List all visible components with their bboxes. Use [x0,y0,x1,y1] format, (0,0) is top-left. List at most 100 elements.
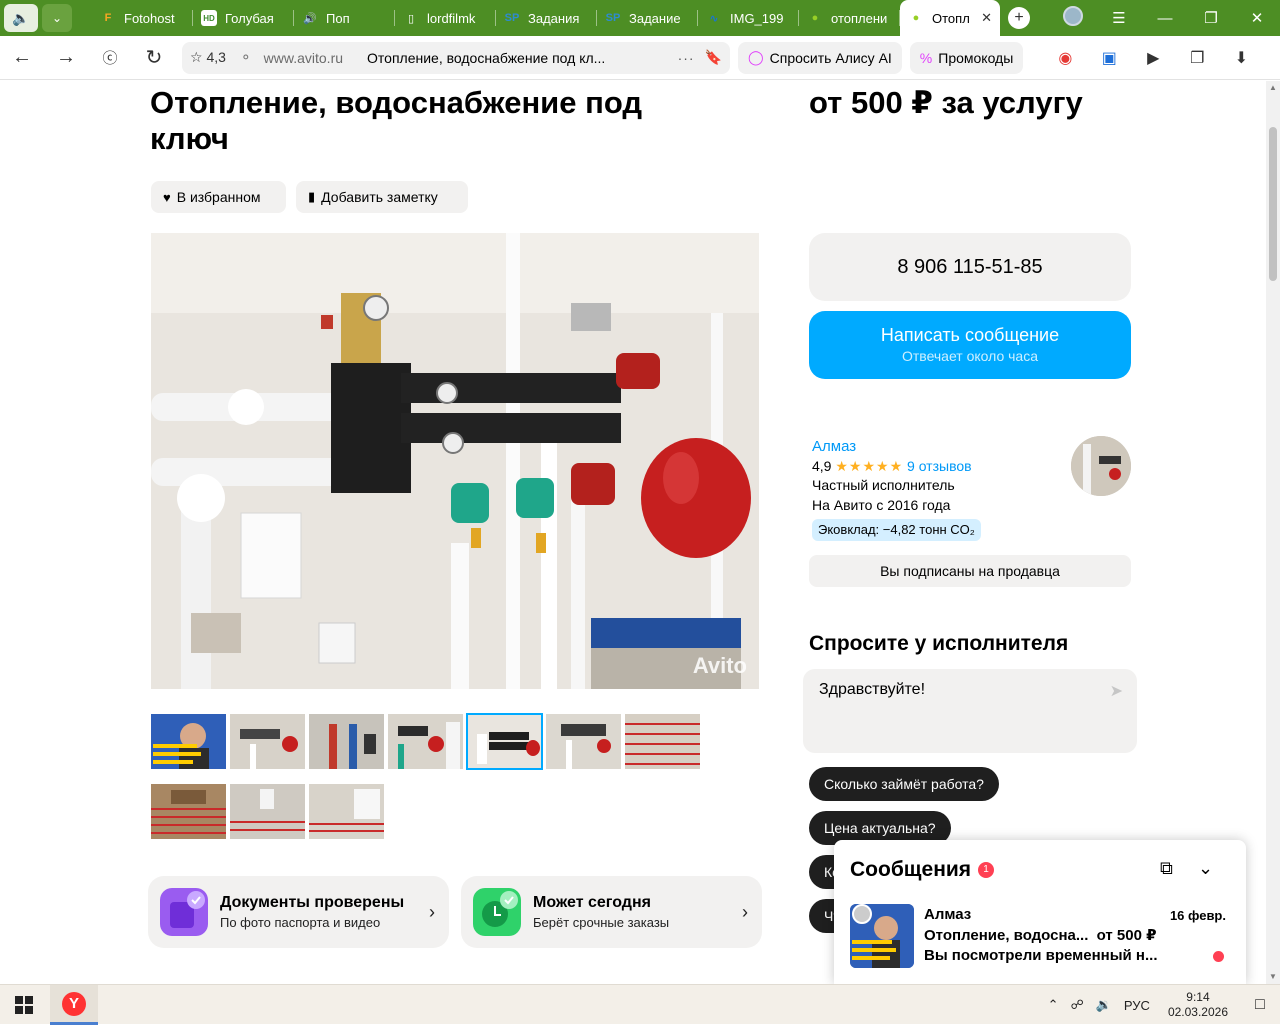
language-indicator[interactable]: РУС [1124,998,1150,1013]
bookmark-icon[interactable]: 🔖 [705,49,722,66]
thumbnail-image [467,714,542,769]
tab-favicon-icon: ∿ [709,12,719,25]
tabs-dropdown-button[interactable]: ⌄ [42,4,72,32]
tray-chevron-up-icon[interactable]: ⌃ [1048,997,1059,1013]
speaker-icon: 🔈 [12,9,30,26]
thumbnail-6[interactable] [546,714,621,769]
conversation-price: от 500 ₽ [1096,927,1157,944]
conversation-item[interactable]: Алмаз 16 февр. Отопление, водосна... от … [846,902,1236,970]
system-tray: ⌃ ☍ 🔉 РУС 9:14 02.03.2026 □ [1042,985,1280,1025]
conversation-subject: Отопление, водосна... от 500 ₽ [924,926,1157,944]
favorite-button[interactable]: ♥ В избранном [151,181,286,213]
minimize-button[interactable]: — [1142,10,1188,27]
thumbnail-8[interactable] [151,784,226,839]
thumbnail-2[interactable] [230,714,305,769]
tab-title: Поп [326,10,350,26]
thumbnail-image [388,714,463,769]
close-window-button[interactable]: ✕ [1234,9,1280,27]
show-phone-button[interactable]: 8 906 115-51-85 [809,233,1131,301]
thumbnail-4[interactable] [388,714,463,769]
avatar [1063,6,1083,26]
promo-button[interactable]: % Промокоды [909,41,1024,74]
yandex-icon[interactable]: ⓒ [88,47,132,68]
new-tab-button[interactable]: + [1008,7,1030,29]
tab-active[interactable]: ● Отопл ✕ [900,0,1000,36]
send-icon[interactable]: ➤ [1110,681,1123,701]
thumbnail-3[interactable] [309,714,384,769]
extension-play-icon[interactable]: ▶ [1131,48,1175,68]
conversation-date: 16 февр. [1169,908,1226,923]
tab-title: IMG_199 [730,10,784,26]
subscribed-button[interactable]: Вы подписаны на продавца [809,555,1131,587]
badge-subtitle: Берёт срочные заказы [533,915,670,930]
extension-translate-icon[interactable]: ▣ [1087,48,1131,68]
ask-message-input[interactable]: Здравствуйте! ➤ [803,669,1137,753]
profile-button[interactable] [1050,6,1096,30]
scroll-up-arrow-icon[interactable]: ▲ [1266,81,1280,95]
tab-title: Задание [629,10,681,26]
avito-watermark: Avito [692,653,747,678]
collections-icon[interactable]: ❐ [1175,48,1219,68]
clock-date: 02.03.2026 [1167,1005,1228,1019]
back-button[interactable]: ← [0,46,44,69]
browser-tab-bar: 🔈 ⌄ F Fotohost HD Голубая 🔊 Поп ▯ lordfilmk SP За… [0,0,1280,36]
menu-icon[interactable]: ☰ [1096,9,1142,27]
browser-tab[interactable]: ▯ lordfilmk [395,0,496,36]
browser-tab[interactable]: 🔊 Поп [294,0,395,36]
thumbnail-7[interactable] [625,714,700,769]
download-icon[interactable]: ⬇ [1219,48,1263,68]
reload-button[interactable]: ↻ [132,45,176,70]
can-today-card[interactable]: Может сегодня Берёт срочные заказы › [461,876,762,948]
thumbnail-5-selected[interactable] [466,713,543,770]
conversation-name: Алмаз [924,906,972,923]
thumbnail-10[interactable] [309,784,384,839]
windows-logo-icon [15,996,33,1014]
main-photo[interactable]: Avito [151,233,759,689]
notification-icon[interactable]: □ [1240,996,1280,1014]
thumbnail-9[interactable] [230,784,305,839]
badge-icon-shape [170,891,205,928]
page-scrollbar[interactable]: ▲ ▼ [1266,81,1280,984]
reviews-link[interactable]: 9 отзывов [907,458,972,474]
extension-shield-icon[interactable]: ◉ [1043,48,1087,68]
heart-icon: ♥ [163,189,171,205]
thumbnail-image [625,714,700,769]
eco-contribution-badge[interactable]: Эковклад: −4,82 тонн CO₂ [812,519,981,541]
add-note-button[interactable]: ▮ Добавить заметку [296,181,468,213]
scrollbar-thumb[interactable] [1269,127,1277,281]
open-external-icon[interactable]: ⧉ [1160,858,1173,879]
tab-menu-button[interactable]: 🔈 [4,4,38,32]
badge-title: Документы проверены [220,894,405,911]
restore-button[interactable]: ❐ [1188,9,1234,27]
alice-button[interactable]: ◯ Спросить Алису AI [738,41,902,74]
forward-button[interactable]: → [44,46,88,69]
browser-tab[interactable]: SP Задание [597,0,698,36]
browser-tab[interactable]: ∿ IMG_199 [698,0,799,36]
seller-avatar[interactable] [1071,436,1131,496]
thumbnail-1[interactable] [151,714,226,769]
shield-icon[interactable]: ⚬ [240,49,252,66]
badge-subtitle: По фото паспорта и видео [220,915,381,930]
close-tab-icon[interactable]: ✕ [981,10,992,26]
favorite-label: В избранном [176,189,261,205]
write-message-button[interactable]: Написать сообщение Отвечает около часа [809,311,1131,379]
clock[interactable]: 9:14 02.03.2026 [1168,990,1228,1020]
scroll-down-arrow-icon[interactable]: ▼ [1266,970,1280,984]
site-rating[interactable]: ☆ 4,3 [190,49,226,66]
conversation-avatar [850,904,914,968]
tab-favicon-icon: SP [605,12,621,24]
documents-verified-card[interactable]: Документы проверены По фото паспорта и в… [148,876,449,948]
taskbar-yandex-browser[interactable]: Y [50,985,98,1025]
network-icon[interactable]: ☍ [1071,997,1084,1013]
browser-tab[interactable]: F Fotohost [92,0,193,36]
browser-tab[interactable]: HD Голубая [193,0,294,36]
browser-tab[interactable]: SP Задания [496,0,597,36]
browser-tab[interactable]: ● отоплени [799,0,900,36]
more-icon[interactable]: ··· [678,50,695,66]
volume-icon[interactable]: 🔉 [1096,997,1112,1013]
tab-title: Голубая [225,10,274,26]
collapse-chevron-icon[interactable]: ⌄ [1198,858,1213,879]
quick-question-duration[interactable]: Сколько займёт работа? [809,767,999,801]
url-field[interactable]: ☆ 4,3 ⚬ www.avito.ru Отопление, водоснаб… [182,41,730,74]
start-button[interactable] [0,985,48,1025]
